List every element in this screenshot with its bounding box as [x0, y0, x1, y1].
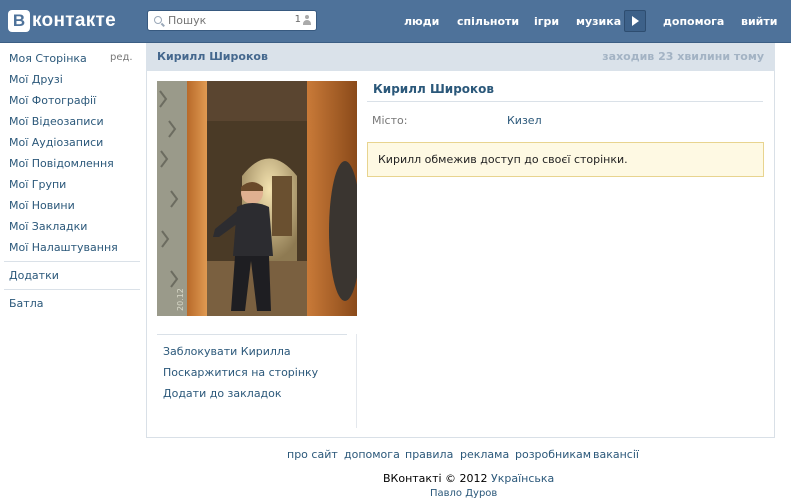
nav-help[interactable]: допомога [663, 0, 724, 42]
nav-music[interactable]: музика [576, 0, 621, 42]
column-divider [356, 334, 357, 428]
sidebar-item-my-page[interactable]: Моя Сторінка [9, 52, 87, 65]
sidebar-item-settings[interactable]: Мої Налаштування [9, 241, 118, 254]
last-seen-status: заходив 23 хвилини тому [602, 50, 764, 63]
sidebar-item-photos[interactable]: Мої Фотографії [9, 94, 96, 107]
profile-name-divider [367, 101, 763, 102]
profile-name: Кирилл Широков [373, 82, 495, 96]
search-people-count[interactable]: 1 [295, 14, 311, 25]
restricted-access-notice: Кирилл обмежив доступ до своєї сторінки. [367, 142, 764, 177]
add-bookmark-link[interactable]: Додати до закладок [163, 387, 282, 400]
footer-rules-link[interactable]: правила [405, 448, 453, 461]
sidebar-item-apps[interactable]: Додатки [9, 269, 59, 282]
nav-people[interactable]: люди [404, 0, 439, 42]
sidebar-item-bookmarks[interactable]: Мої Закладки [9, 220, 87, 233]
sidebar-item-app-batla[interactable]: Батла [9, 297, 43, 310]
play-icon[interactable] [624, 10, 646, 32]
sidebar-item-groups[interactable]: Мої Групи [9, 178, 66, 191]
author-link[interactable]: Павло Дуров [430, 488, 497, 499]
nav-logout[interactable]: вийти [741, 0, 777, 42]
block-user-link[interactable]: Заблокувати Кирилла [163, 345, 291, 358]
copyright-text: ВКонтакті © 2012 [383, 472, 488, 485]
search-icon [154, 16, 162, 24]
search-input[interactable] [168, 13, 278, 28]
sidebar-edit-link[interactable]: ред. [110, 52, 133, 63]
nav-communities[interactable]: спільноти [457, 0, 519, 42]
report-page-link[interactable]: Поскаржитися на сторінку [163, 366, 318, 379]
profile-header-name: Кирилл Широков [157, 50, 268, 63]
sidebar-divider [4, 289, 140, 290]
sidebar-item-friends[interactable]: Мої Друзі [9, 73, 63, 86]
sidebar-item-messages[interactable]: Мої Повідомлення [9, 157, 114, 170]
footer-help-link[interactable]: допомога [344, 448, 400, 461]
footer-developers-link[interactable]: розробникам [515, 448, 591, 461]
city-label: Місто: [372, 114, 408, 127]
search-box[interactable]: 1 [147, 10, 317, 31]
logo-text: контакте [32, 10, 116, 31]
footer-jobs-link[interactable]: вакансії [593, 448, 639, 461]
actions-divider [157, 334, 347, 335]
footer-about-link[interactable]: про сайт [287, 448, 338, 461]
profile-photo[interactable]: 20.12 [157, 81, 357, 316]
person-icon [303, 14, 311, 25]
copyright: ВКонтакті © 2012 Українська [383, 472, 554, 485]
profile-photo-image: 20.12 [157, 81, 357, 316]
nav-games[interactable]: ігри [534, 0, 559, 42]
city-value-link[interactable]: Кизел [507, 114, 542, 127]
footer-ads-link[interactable]: реклама [460, 448, 509, 461]
restricted-access-text: Кирилл обмежив доступ до своєї сторінки. [378, 153, 628, 166]
photo-date-stamp: 20.12 [176, 288, 185, 311]
logo-b-icon: В [8, 10, 30, 32]
sidebar-divider [4, 261, 140, 262]
sidebar-item-news[interactable]: Мої Новини [9, 199, 75, 212]
language-link[interactable]: Українська [491, 472, 554, 485]
search-count-value: 1 [294, 14, 301, 25]
sidebar-item-audio[interactable]: Мої Аудіозаписи [9, 136, 103, 149]
vk-logo[interactable]: В контакте [8, 8, 116, 34]
sidebar-item-videos[interactable]: Мої Відеозаписи [9, 115, 104, 128]
